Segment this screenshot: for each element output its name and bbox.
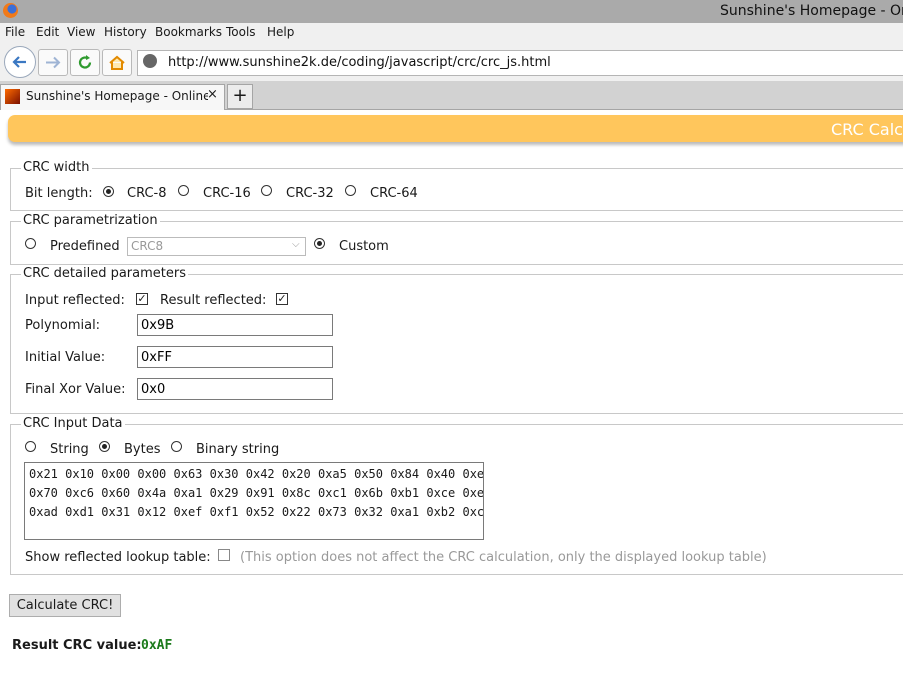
parametrization-legend: CRC parametrization bbox=[21, 213, 160, 228]
bytes-label: Bytes bbox=[124, 442, 161, 457]
home-button[interactable] bbox=[102, 49, 132, 76]
tab-title: Sunshine's Homepage - Online CR bbox=[26, 89, 208, 103]
chevron-down-icon: ⌵ bbox=[292, 239, 300, 250]
globe-icon bbox=[143, 54, 157, 68]
tab-close-icon[interactable]: × bbox=[207, 87, 218, 102]
new-tab-button[interactable]: + bbox=[227, 84, 253, 109]
reload-button[interactable] bbox=[70, 49, 100, 76]
crc-width-legend: CRC width bbox=[21, 160, 92, 175]
binary-string-label: Binary string bbox=[196, 442, 280, 457]
result-reflected-checkbox[interactable]: ✓ bbox=[276, 293, 288, 305]
final-xor-input[interactable] bbox=[137, 378, 333, 400]
menu-edit[interactable]: Edit bbox=[36, 25, 59, 39]
crc32-label: CRC-32 bbox=[286, 186, 334, 201]
polynomial-input[interactable] bbox=[137, 314, 333, 336]
firefox-icon[interactable] bbox=[3, 3, 18, 18]
crc8-label: CRC-8 bbox=[127, 186, 167, 201]
menu-file[interactable]: File bbox=[5, 25, 25, 39]
menu-bookmarks[interactable]: Bookmarks bbox=[155, 25, 222, 39]
result-label: Result CRC value: bbox=[12, 638, 142, 653]
initial-value-label: Initial Value: bbox=[25, 350, 106, 365]
bit-length-label: Bit length: bbox=[25, 186, 93, 201]
radio-crc8[interactable] bbox=[103, 186, 114, 197]
lookup-table-checkbox[interactable] bbox=[218, 549, 230, 561]
menu-history[interactable]: History bbox=[104, 25, 147, 39]
menu-help[interactable]: Help bbox=[267, 25, 294, 39]
page-header-bar bbox=[8, 115, 903, 142]
back-arrow-icon bbox=[12, 56, 26, 68]
result-value: 0xAF bbox=[141, 638, 173, 653]
menu-tools[interactable]: Tools bbox=[226, 25, 256, 39]
lookup-table-label: Show reflected lookup table: bbox=[25, 550, 211, 565]
radio-predefined[interactable] bbox=[25, 238, 36, 249]
reload-icon bbox=[78, 55, 92, 69]
predefined-label: Predefined bbox=[50, 239, 120, 254]
result-reflected-label: Result reflected: bbox=[160, 293, 267, 308]
radio-string[interactable] bbox=[25, 441, 36, 452]
menu-bar: File Edit View History Bookmarks Tools H… bbox=[0, 23, 903, 43]
input-reflected-checkbox[interactable]: ✓ bbox=[136, 293, 148, 305]
custom-label: Custom bbox=[339, 239, 389, 254]
radio-crc64[interactable] bbox=[345, 185, 356, 196]
initial-value-input[interactable] bbox=[137, 346, 333, 368]
input-reflected-label: Input reflected: bbox=[25, 293, 125, 308]
detailed-legend: CRC detailed parameters bbox=[21, 266, 188, 281]
radio-bytes[interactable] bbox=[99, 441, 110, 452]
radio-binary-string[interactable] bbox=[171, 441, 182, 452]
home-icon bbox=[109, 55, 125, 70]
back-button[interactable] bbox=[4, 46, 36, 78]
predefined-select[interactable]: CRC8 bbox=[127, 237, 306, 256]
forward-arrow-icon bbox=[46, 56, 61, 69]
page-title: CRC Calc bbox=[831, 120, 903, 139]
input-data-textarea[interactable]: 0x21 0x10 0x00 0x00 0x63 0x30 0x42 0x20 … bbox=[24, 462, 484, 540]
url-text[interactable]: http://www.sunshine2k.de/coding/javascri… bbox=[168, 55, 551, 70]
final-xor-label: Final Xor Value: bbox=[25, 382, 126, 397]
calculate-crc-button[interactable]: Calculate CRC! bbox=[9, 594, 121, 617]
site-favicon-icon bbox=[5, 89, 20, 104]
radio-custom[interactable] bbox=[314, 238, 325, 249]
menu-view[interactable]: View bbox=[67, 25, 95, 39]
radio-crc16[interactable] bbox=[178, 185, 189, 196]
radio-crc32[interactable] bbox=[261, 185, 272, 196]
forward-button[interactable] bbox=[38, 49, 68, 76]
lookup-table-note: (This option does not affect the CRC cal… bbox=[240, 550, 767, 565]
crc16-label: CRC-16 bbox=[203, 186, 251, 201]
window-title: Sunshine's Homepage - Onl bbox=[720, 3, 903, 19]
polynomial-label: Polynomial: bbox=[25, 318, 101, 333]
input-data-legend: CRC Input Data bbox=[21, 416, 125, 431]
crc64-label: CRC-64 bbox=[370, 186, 418, 201]
string-label: String bbox=[50, 442, 89, 457]
